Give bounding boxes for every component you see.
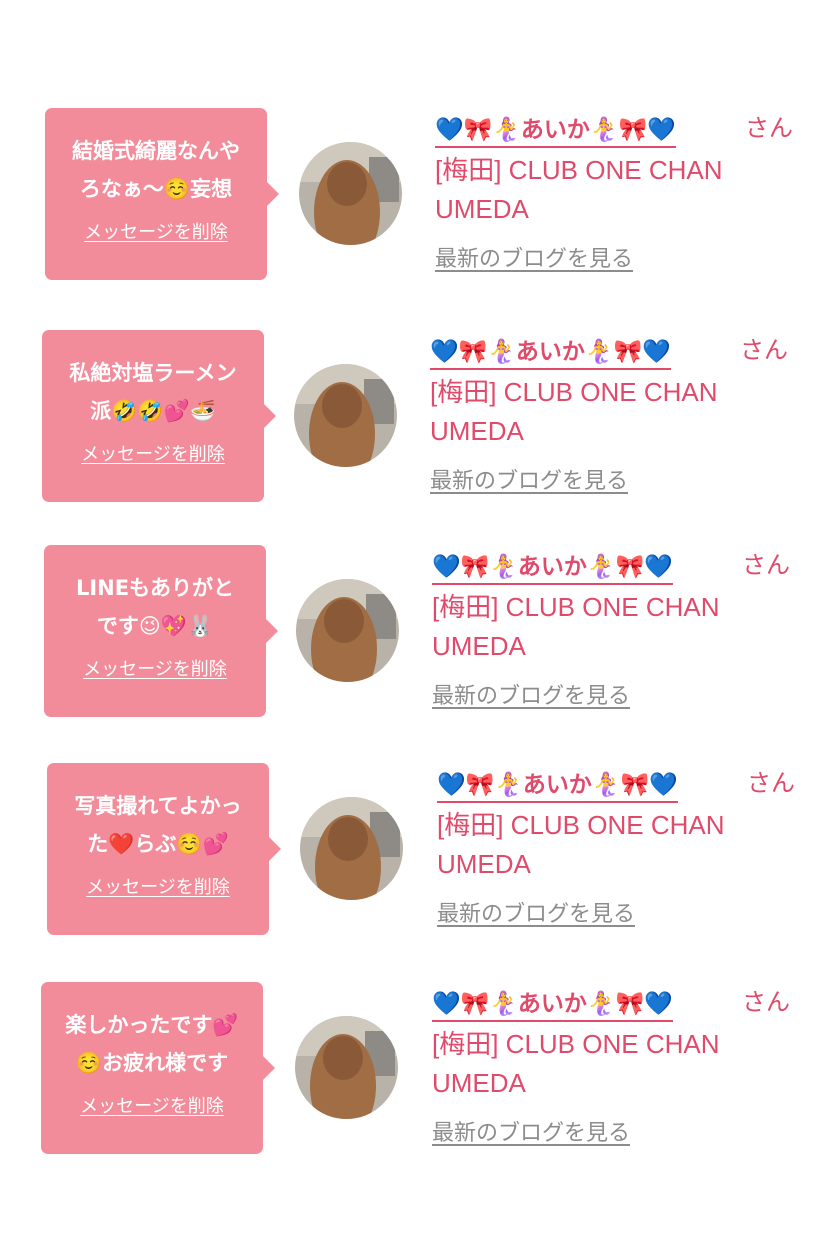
delete-message-link[interactable]: メッセージを削除 bbox=[80, 1092, 224, 1118]
message-entry: 私絶対塩ラーメン 派🤣🤣💕🍜 メッセージを削除 💙🎀🧜‍♀️あいか🧜‍♀️🎀💙 … bbox=[0, 330, 840, 505]
message-entry: 楽しかったです💕 ☺️お疲れ様です メッセージを削除 💙🎀🧜‍♀️あいか🧜‍♀️… bbox=[0, 982, 840, 1157]
club-name-link[interactable]: [梅田] CLUB ONE CHAN UMEDA bbox=[432, 588, 812, 666]
sender-name-link[interactable]: 💙🎀🧜‍♀️あいか🧜‍♀️🎀💙 bbox=[432, 984, 673, 1022]
avatar-photo bbox=[296, 579, 399, 682]
honorific: さん bbox=[747, 769, 795, 797]
club-name-link[interactable]: [梅田] CLUB ONE CHAN UMEDA bbox=[435, 151, 815, 229]
sender-info: 💙🎀🧜‍♀️あいか🧜‍♀️🎀💙 さん [梅田] CLUB ONE CHAN UM… bbox=[432, 982, 812, 1147]
message-bubble: 写真撮れてよかっ た❤️らぶ☺️💕 メッセージを削除 bbox=[47, 763, 281, 935]
message-bubble: 結婚式綺麗なんや ろなぁ〜☺️妄想 メッセージを削除 bbox=[45, 108, 279, 280]
message-bubble: 楽しかったです💕 ☺️お疲れ様です メッセージを削除 bbox=[41, 982, 275, 1154]
latest-blog-link[interactable]: 最新のブログを見る bbox=[437, 896, 635, 928]
club-name-link[interactable]: [梅田] CLUB ONE CHAN UMEDA bbox=[432, 1025, 812, 1103]
latest-blog-link[interactable]: 最新のブログを見る bbox=[435, 241, 633, 273]
latest-blog-link[interactable]: 最新のブログを見る bbox=[430, 463, 628, 495]
club-name-link[interactable]: [梅田] CLUB ONE CHAN UMEDA bbox=[437, 806, 817, 884]
avatar-photo bbox=[299, 142, 402, 245]
sender-info: 💙🎀🧜‍♀️あいか🧜‍♀️🎀💙 さん [梅田] CLUB ONE CHAN UM… bbox=[432, 545, 812, 710]
sender-name-link[interactable]: 💙🎀🧜‍♀️あいか🧜‍♀️🎀💙 bbox=[435, 110, 676, 148]
avatar[interactable] bbox=[296, 579, 399, 682]
message-text: 写真撮れてよかっ た❤️らぶ☺️💕 bbox=[74, 794, 242, 856]
delete-message-link[interactable]: メッセージを削除 bbox=[84, 218, 228, 244]
latest-blog-link[interactable]: 最新のブログを見る bbox=[432, 678, 630, 710]
message-entry: LINEもありがと です😉💖🐰 メッセージを削除 💙🎀🧜‍♀️あいか🧜‍♀️🎀💙… bbox=[0, 545, 840, 720]
message-text: 楽しかったです💕 ☺️お疲れ様です bbox=[65, 1013, 239, 1075]
message-entry: 写真撮れてよかっ た❤️らぶ☺️💕 メッセージを削除 💙🎀🧜‍♀️あいか🧜‍♀️… bbox=[0, 763, 840, 938]
sender-info: 💙🎀🧜‍♀️あいか🧜‍♀️🎀💙 さん [梅田] CLUB ONE CHAN UM… bbox=[435, 108, 815, 273]
sender-name-link[interactable]: 💙🎀🧜‍♀️あいか🧜‍♀️🎀💙 bbox=[432, 547, 673, 585]
club-name-link[interactable]: [梅田] CLUB ONE CHAN UMEDA bbox=[430, 373, 810, 451]
honorific: さん bbox=[742, 551, 790, 579]
honorific: さん bbox=[742, 988, 790, 1016]
honorific: さん bbox=[740, 336, 788, 364]
message-bubble: LINEもありがと です😉💖🐰 メッセージを削除 bbox=[44, 545, 278, 717]
avatar[interactable] bbox=[295, 1016, 398, 1119]
honorific: さん bbox=[745, 114, 793, 142]
latest-blog-link[interactable]: 最新のブログを見る bbox=[432, 1115, 630, 1147]
avatar-photo bbox=[295, 1016, 398, 1119]
delete-message-link[interactable]: メッセージを削除 bbox=[86, 873, 230, 899]
avatar[interactable] bbox=[300, 797, 403, 900]
sender-name-link[interactable]: 💙🎀🧜‍♀️あいか🧜‍♀️🎀💙 bbox=[430, 332, 671, 370]
message-text: 結婚式綺麗なんや ろなぁ〜☺️妄想 bbox=[72, 139, 240, 201]
sender-name-link[interactable]: 💙🎀🧜‍♀️あいか🧜‍♀️🎀💙 bbox=[437, 765, 678, 803]
message-entry: 結婚式綺麗なんや ろなぁ〜☺️妄想 メッセージを削除 💙🎀🧜‍♀️あいか🧜‍♀️… bbox=[0, 108, 840, 283]
message-bubble: 私絶対塩ラーメン 派🤣🤣💕🍜 メッセージを削除 bbox=[42, 330, 276, 502]
avatar-photo bbox=[300, 797, 403, 900]
delete-message-link[interactable]: メッセージを削除 bbox=[81, 440, 225, 466]
avatar[interactable] bbox=[294, 364, 397, 467]
message-text: LINEもありがと です😉💖🐰 bbox=[75, 576, 235, 638]
avatar[interactable] bbox=[299, 142, 402, 245]
avatar-photo bbox=[294, 364, 397, 467]
delete-message-link[interactable]: メッセージを削除 bbox=[83, 655, 227, 681]
sender-info: 💙🎀🧜‍♀️あいか🧜‍♀️🎀💙 さん [梅田] CLUB ONE CHAN UM… bbox=[437, 763, 817, 928]
sender-info: 💙🎀🧜‍♀️あいか🧜‍♀️🎀💙 さん [梅田] CLUB ONE CHAN UM… bbox=[430, 330, 810, 495]
message-text: 私絶対塩ラーメン 派🤣🤣💕🍜 bbox=[69, 361, 237, 423]
